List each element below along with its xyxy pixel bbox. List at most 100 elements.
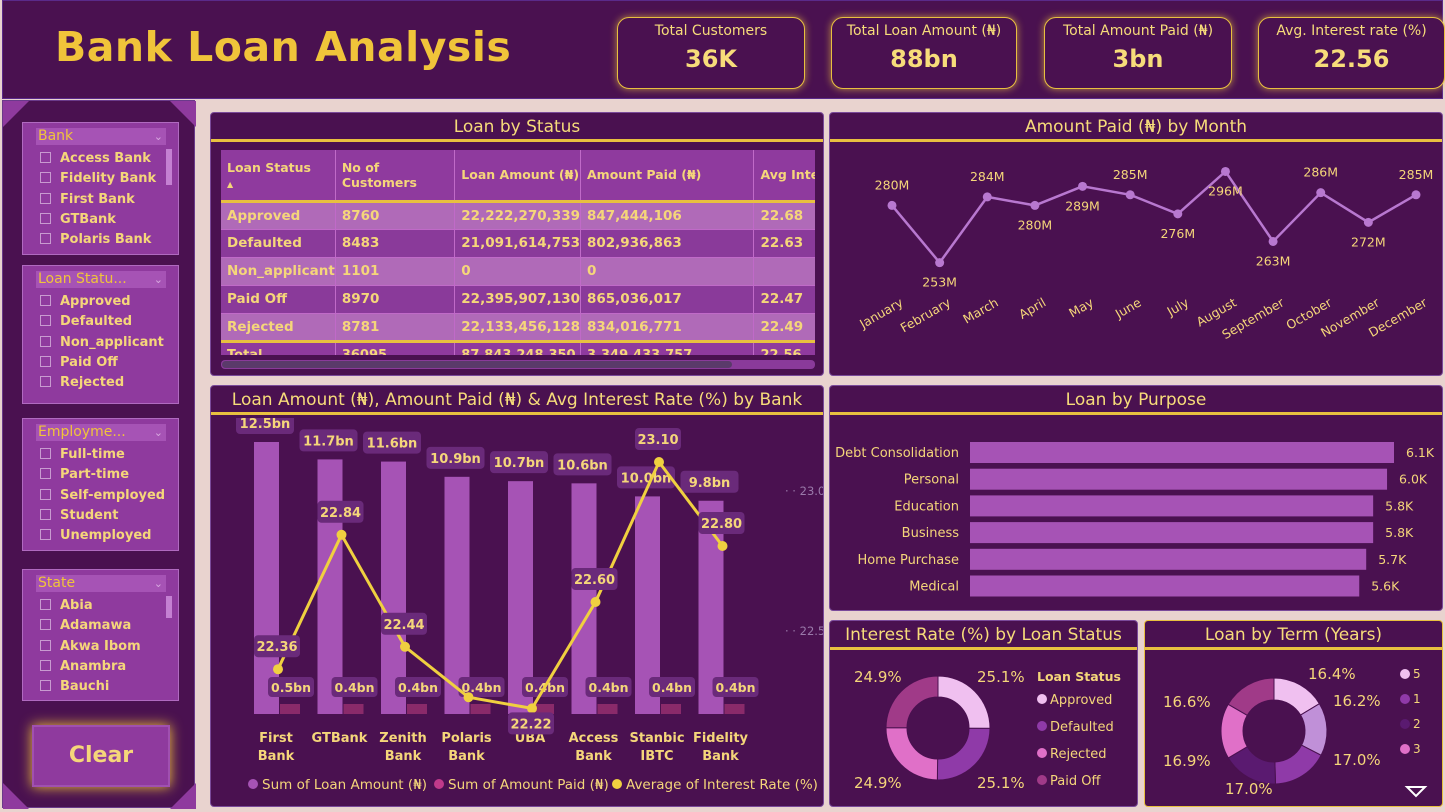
slicer-item[interactable]: Polaris Bank	[23, 230, 178, 250]
slicer-item-label: First Bank	[60, 191, 135, 207]
legend-swatch	[1400, 694, 1410, 704]
checkbox[interactable]	[40, 619, 51, 631]
x-tick-label: Bank	[702, 749, 739, 764]
table-row[interactable]: Defaulted 8483 21,091,614,753 802,936,86…	[221, 229, 815, 258]
slicer-item[interactable]: Adamawa	[23, 616, 178, 636]
checkbox[interactable]	[40, 599, 51, 610]
column-header[interactable]: Loan Amount (₦)	[454, 150, 581, 203]
chevron-down-icon	[1404, 786, 1428, 798]
checkbox[interactable]	[40, 639, 51, 651]
table-horizontal-scrollbar[interactable]	[221, 360, 815, 369]
data-label: 276M	[1160, 226, 1195, 241]
checkbox[interactable]	[40, 376, 51, 388]
slicer-item[interactable]: Rejected	[23, 373, 178, 393]
rate-data-label: 22.36	[256, 640, 297, 655]
checkbox[interactable]	[40, 680, 51, 692]
loan-data-label: 10.6bn	[557, 458, 608, 473]
rate-data-label: 22.60	[574, 573, 615, 588]
slicer-item-label: GTBank	[60, 211, 116, 227]
slicer-item[interactable]: Part-time	[23, 465, 178, 485]
loan-data-label: 11.6bn	[367, 437, 418, 452]
checkbox[interactable]	[40, 233, 51, 245]
checkbox[interactable]	[40, 355, 51, 367]
slicer-item[interactable]: Access Bank	[23, 149, 178, 169]
slicer-item[interactable]: Bauchi	[23, 677, 178, 697]
checkbox[interactable]	[40, 508, 51, 520]
slicer-item[interactable]: Fidelity Bank	[23, 169, 178, 189]
rate-status-donut: 24.9% 25.1% 24.9% 25.1% Loan Status Approved D…	[854, 668, 1121, 792]
chevron-down-icon[interactable]: ⌄	[154, 575, 163, 592]
slicer-header[interactable]: State ⌄	[36, 575, 166, 592]
slicer-item[interactable]: Approved	[23, 292, 178, 312]
table-cell: 865,036,017	[580, 285, 755, 314]
slicer-item[interactable]: Full-time	[23, 445, 178, 465]
slicer-item[interactable]: Paid Off	[23, 353, 178, 373]
sort-ascending-icon[interactable]: ▲	[227, 180, 233, 189]
x-tick-label: Bank	[448, 749, 485, 764]
slicer-item[interactable]: GTBank	[23, 210, 178, 230]
checkbox[interactable]	[40, 192, 51, 204]
checkbox[interactable]	[40, 659, 51, 671]
slicer-item[interactable]: First Bank	[23, 190, 178, 210]
loan-data-label: 10.7bn	[494, 456, 545, 471]
checkbox[interactable]	[40, 529, 51, 541]
loan-status-table[interactable]: Loan Status ▲ No of Customers Loan Amount…	[221, 150, 815, 355]
slicer-header[interactable]: Employme... ⌄	[36, 424, 166, 441]
rate-status-panel: Interest Rate (%) by Loan Status 24.9% 25…	[829, 620, 1138, 807]
slicer-item[interactable]: Self-employed	[23, 486, 178, 506]
slicer-state[interactable]: State ⌄ Abia Adamawa Akwa Ibom Anambra Ba…	[22, 569, 179, 701]
slicer-bank[interactable]: Bank ⌄ Access Bank Fidelity Bank First Ba…	[22, 122, 179, 255]
data-label: 6.1K	[1406, 445, 1435, 460]
chevron-down-icon[interactable]: ⌄	[154, 128, 163, 145]
checkbox[interactable]	[40, 295, 51, 306]
checkbox[interactable]	[40, 448, 51, 459]
purpose-bar	[970, 495, 1374, 517]
slicer-item[interactable]: Anambra	[23, 657, 178, 677]
slicer-loan-status[interactable]: Loan Statu... ⌄ Approved Defaulted Non_ap…	[22, 265, 179, 404]
kpi-label: Total Amount Paid (₦)	[1062, 23, 1214, 39]
donut-slice	[936, 727, 991, 781]
slicer-header[interactable]: Loan Statu... ⌄	[36, 271, 166, 288]
data-point	[1125, 190, 1135, 200]
slicer-header[interactable]: Bank ⌄	[36, 128, 166, 145]
table-row[interactable]: Non_applicant 1101 0 0	[221, 257, 815, 286]
slicer-item[interactable]: Unemployed	[23, 526, 178, 546]
checkbox[interactable]	[40, 172, 51, 184]
slicer-item-label: Paid Off	[60, 354, 118, 370]
checkbox[interactable]	[40, 335, 51, 347]
checkbox[interactable]	[40, 468, 51, 480]
chevron-down-icon[interactable]: ⌄	[154, 424, 163, 441]
column-header[interactable]: Loan Status ▲	[221, 150, 336, 203]
chevron-down-icon[interactable]: ⌄	[154, 271, 163, 288]
paid-data-label: 0.4bn	[652, 680, 692, 695]
loan-bar	[381, 461, 406, 714]
checkbox[interactable]	[40, 212, 51, 224]
data-label: 285M	[1113, 167, 1148, 182]
clear-filters-button[interactable]: Clear	[32, 725, 170, 787]
slicer-item[interactable]: Defaulted	[23, 312, 178, 332]
checkbox[interactable]	[40, 488, 51, 500]
rate-data-label: 22.84	[320, 506, 361, 521]
table-row[interactable]: Rejected 8781 22,133,456,128 834,016,771…	[221, 313, 815, 342]
slicer-item[interactable]: Abia	[23, 596, 178, 616]
scrollbar-thumb[interactable]	[222, 361, 732, 368]
loan-term-panel: Loan by Term (Years) 16.4% 16.6% 16.2% 16.9…	[1144, 620, 1443, 807]
table-row[interactable]: Paid Off 8970 22,395,907,130 865,036,017…	[221, 285, 815, 314]
paid-data-label: 0.4bn	[335, 680, 375, 695]
column-header[interactable]: Avg Inter	[753, 150, 815, 203]
slicer-item[interactable]: Student	[23, 506, 178, 526]
column-header[interactable]: Amount Paid (₦)	[580, 150, 755, 203]
table-row[interactable]: Approved 8760 22,222,270,339 847,444,106…	[221, 201, 815, 230]
slicer-title: Loan Statu...	[38, 271, 127, 287]
paid-data-label: 0.4bn	[716, 680, 756, 695]
slicer-item[interactable]: Akwa Ibom	[23, 637, 178, 657]
table-cell: 22.68	[753, 201, 815, 230]
slicer-item[interactable]: Non_applicant	[23, 333, 178, 353]
slicer-employment[interactable]: Employme... ⌄ Full-time Part-time Self-em…	[22, 418, 179, 551]
table-cell: 0	[580, 257, 755, 286]
slicer-title: State	[38, 575, 76, 591]
checkbox[interactable]	[40, 152, 51, 163]
checkbox[interactable]	[40, 315, 51, 327]
column-header[interactable]: No of Customers	[335, 150, 456, 203]
series-line	[891, 169, 1417, 265]
